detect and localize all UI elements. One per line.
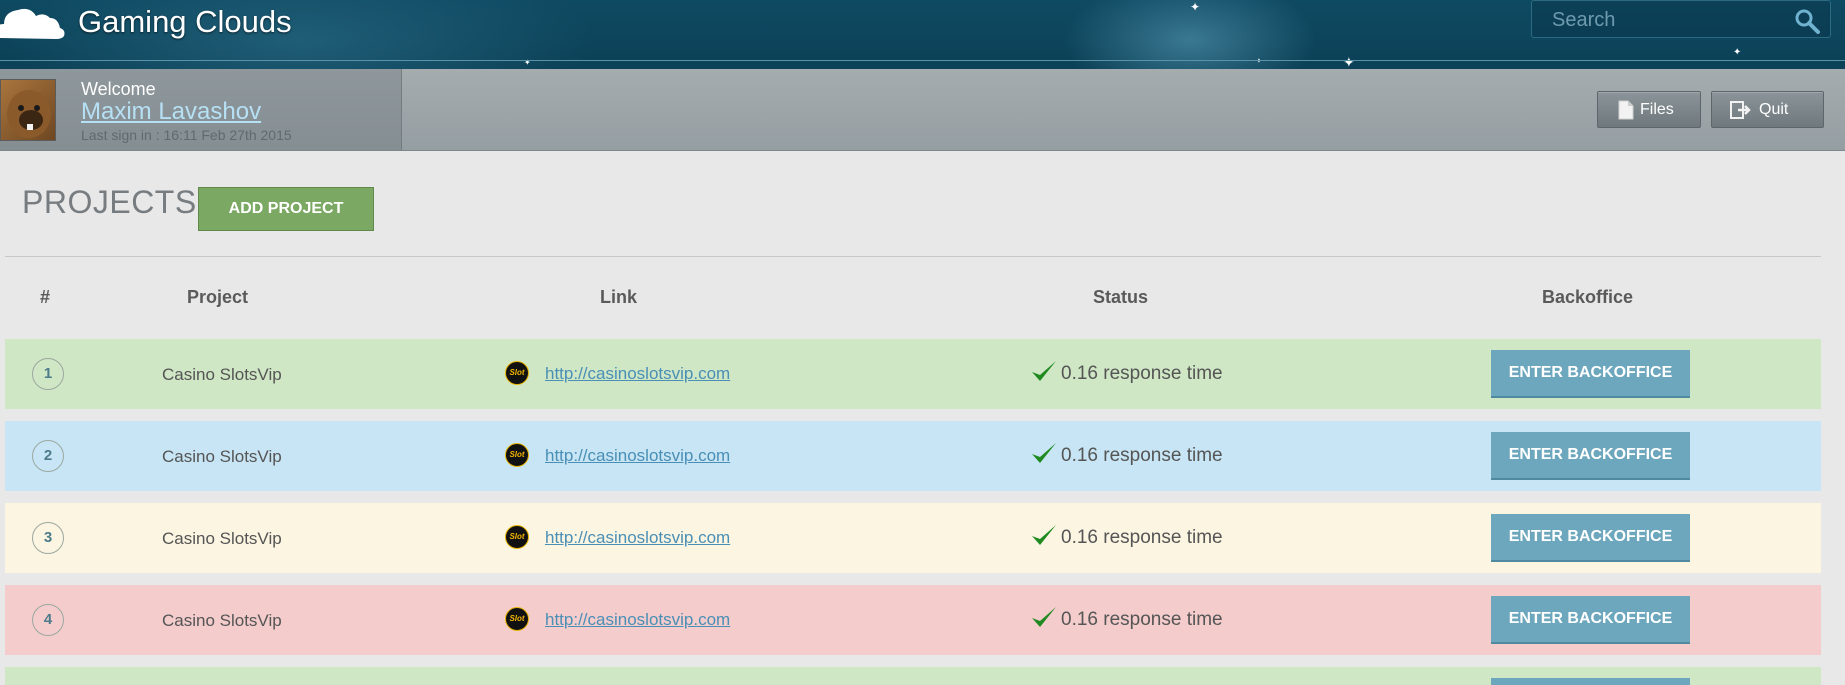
slot-logo-icon: Slot [505,607,529,631]
quit-label: Quit [1759,101,1789,118]
enter-backoffice-button[interactable]: ENTER BACKOFFICE [1491,350,1690,398]
project-name: Casino SlotsVip [162,611,282,630]
check-icon [1032,525,1056,545]
quit-button[interactable]: Quit [1711,91,1824,128]
row-number-badge: 2 [32,440,64,472]
project-link[interactable]: http://casinoslotsvip.com [545,364,730,384]
files-button[interactable]: Files [1597,91,1701,128]
page-title: PROJECTS [22,184,197,220]
project-link[interactable]: http://casinoslotsvip.com [545,446,730,466]
status-text: 0.16 response time [1061,445,1223,466]
row-number-badge: 1 [32,358,64,390]
user-bar: Welcome Maxim Lavashov Last sign in : 16… [0,69,1845,151]
check-icon [1032,361,1056,381]
cloud-logo-icon [0,8,65,39]
star-decoration: ✦ [1256,58,1262,65]
table-row-partial [5,667,1821,685]
search-input[interactable] [1532,1,1804,39]
column-header-project: Project [187,287,249,307]
last-sign-in: Last sign in : 16:11 Feb 27th 2015 [81,127,292,143]
divider [5,256,1821,257]
files-label: Files [1640,101,1674,118]
table-row: 3 Casino SlotsVip Slot http://casinoslot… [5,503,1821,573]
table-row: 1 Casino SlotsVip Slot http://casinoslot… [5,339,1821,409]
project-link[interactable]: http://casinoslotsvip.com [545,528,730,548]
project-name: Casino SlotsVip [162,447,282,466]
slot-logo-icon: Slot [505,443,529,467]
slot-logo-icon: Slot [505,525,529,549]
enter-backoffice-button[interactable] [1491,678,1690,685]
user-panel: Welcome Maxim Lavashov Last sign in : 16… [0,69,402,150]
avatar-image [7,90,51,138]
star-decoration: ✦ [524,58,531,67]
star-decoration: ✦ [1190,0,1201,14]
add-project-button[interactable]: ADD PROJECT [198,187,374,231]
enter-backoffice-button[interactable]: ENTER BACKOFFICE [1491,514,1690,562]
top-header: ✦ ✦ ✦ ✦ ✦ Gaming Clouds [0,0,1845,69]
search-icon[interactable] [1794,8,1820,34]
project-name: Casino SlotsVip [162,529,282,548]
column-header-backoffice: Backoffice [1542,287,1634,307]
row-number-badge: 4 [32,604,64,636]
check-icon [1032,443,1056,463]
header-divider [0,60,1845,61]
column-header-link: Link [600,287,638,307]
table-row: 2 Casino SlotsVip Slot http://casinoslot… [5,421,1821,491]
exit-icon [1730,101,1751,119]
column-header-status: Status [1093,287,1149,307]
slot-logo-icon: Slot [505,361,529,385]
brand-title: Gaming Clouds [78,4,292,39]
enter-backoffice-button[interactable]: ENTER BACKOFFICE [1491,596,1690,644]
table-row: 4 Casino SlotsVip Slot http://casinoslot… [5,585,1821,655]
star-decoration: ✦ [1733,47,1742,58]
status-text: 0.16 response time [1061,527,1223,548]
enter-backoffice-button[interactable]: ENTER BACKOFFICE [1491,432,1690,480]
project-link[interactable]: http://casinoslotsvip.com [545,610,730,630]
username-link[interactable]: Maxim Lavashov [81,98,261,126]
column-header-number: # [40,287,51,307]
project-name: Casino SlotsVip [162,365,282,384]
avatar [0,79,56,141]
status-text: 0.16 response time [1061,363,1223,384]
status-text: 0.16 response time [1061,609,1223,630]
file-icon [1618,100,1634,120]
welcome-label: Welcome [81,79,156,99]
row-number-badge: 3 [32,522,64,554]
star-decoration: ✦ [1343,54,1355,69]
check-icon [1032,607,1056,627]
search-box [1531,0,1831,39]
